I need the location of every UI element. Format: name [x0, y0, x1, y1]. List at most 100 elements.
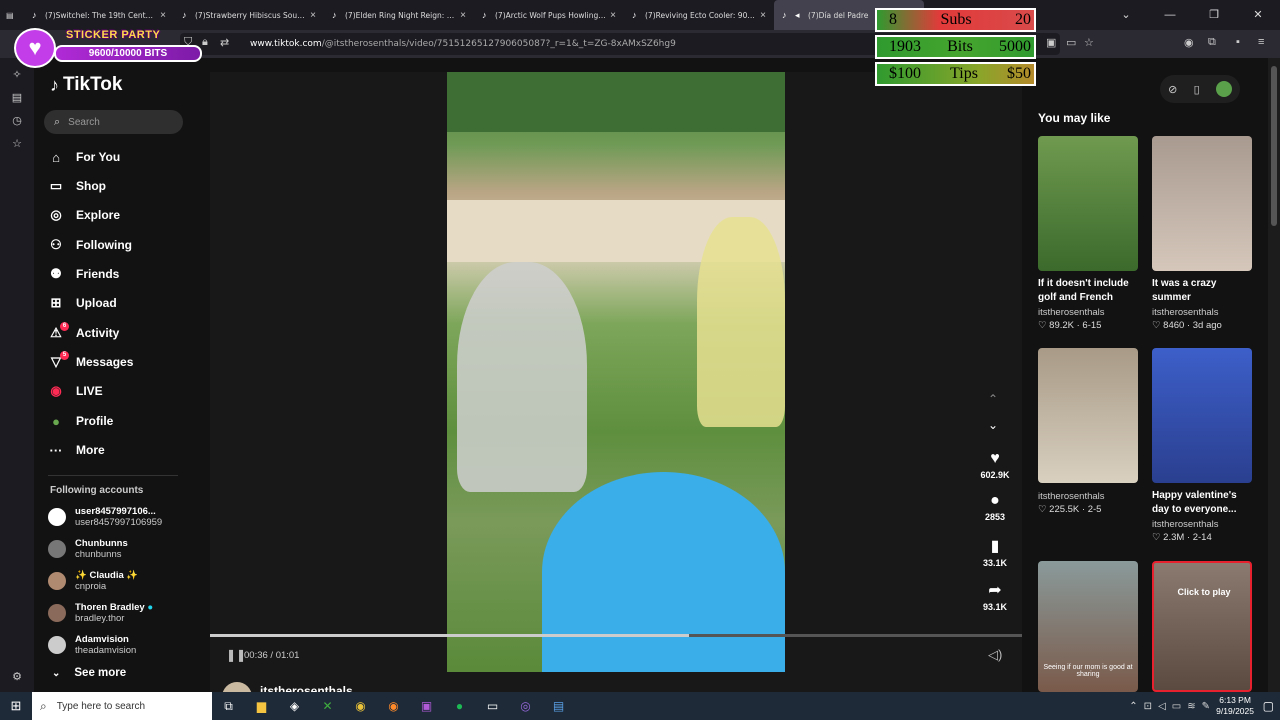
taskbar-search[interactable]: ⌕ Type here to search [32, 692, 212, 720]
browser-tab[interactable]: ♪ (7)Arctic Wolf Pups Howling wit × [474, 0, 624, 30]
following-account[interactable]: Adamvision theadamvision [48, 631, 136, 659]
video-frame[interactable] [447, 72, 785, 672]
browser-tab[interactable]: ♪ (7)Elden Ring Night Reign: Best × [324, 0, 474, 30]
compass-icon[interactable]: ⊘ [1168, 83, 1177, 96]
video-thumbnail[interactable]: Seeing if our mom is good at sharing [1038, 561, 1138, 692]
following-account[interactable]: user8457997106... user8457997106959 [48, 503, 162, 531]
steam-icon[interactable]: ◈ [278, 699, 311, 713]
pen-icon[interactable]: ✎ [1202, 701, 1210, 712]
synced-tabs-icon[interactable]: ▤ [0, 91, 34, 104]
obs-icon[interactable]: ◎ [509, 699, 542, 713]
see-more-button[interactable]: ⌄ See more [52, 667, 126, 679]
video-card[interactable]: It was a crazy summer itstherosenthals ♡… [1152, 136, 1252, 331]
browser-tab[interactable]: ♪ (7)Reviving Ecto Cooler: 90's Ni × [624, 0, 774, 30]
battery-icon[interactable]: ▭ [1172, 701, 1181, 712]
nav-shop[interactable]: ▭ Shop [48, 175, 106, 197]
video-thumbnail[interactable] [1038, 348, 1138, 483]
scrollbar[interactable] [1268, 58, 1280, 692]
tiktok-logo[interactable]: ♪ TikTok [50, 74, 122, 96]
nav-activity[interactable]: ⚠ 6 Activity [48, 322, 119, 344]
nav-messages[interactable]: ▽ 5 Messages [48, 351, 133, 373]
video-card[interactable]: If it doesn't include golf and French fr… [1038, 136, 1138, 331]
windows-start-icon[interactable]: ⊞ [0, 698, 32, 714]
firefox-icon[interactable]: ◉ [377, 699, 410, 713]
like-button[interactable]: ♥ 602.9K [978, 450, 1012, 480]
close-tab-icon[interactable]: × [310, 10, 316, 21]
video-thumbnail[interactable] [1152, 348, 1252, 483]
terminal-icon[interactable]: ▭ [476, 699, 509, 713]
nav-following[interactable]: ⚇ Following [48, 234, 132, 256]
nav-more[interactable]: ··· More [48, 439, 105, 461]
following-account[interactable]: Thoren Bradley ● bradley.thor [48, 599, 153, 627]
nav-for-you[interactable]: ⌂ For You [48, 146, 120, 168]
chrome-icon[interactable]: ◉ [344, 699, 377, 713]
bookmarks-icon[interactable]: ☆ [0, 137, 34, 150]
video-card[interactable]: Seeing if our mom is good at sharing [1038, 561, 1138, 692]
browser-tab[interactable]: ♪ (7)Strawberry Hibiscus Sour: A S × [174, 0, 324, 30]
following-account[interactable]: Chunbunns chunbunns [48, 535, 128, 563]
goal-bits: 1903 Bits 5000 [875, 35, 1036, 59]
notification-icon[interactable]: ▢ [1263, 699, 1274, 713]
bookmark-star-icon[interactable]: ☆ [1084, 36, 1094, 49]
scrollbar-thumb[interactable] [1271, 66, 1277, 226]
following-account[interactable]: ✨ Claudia ✨ cnproia [48, 567, 138, 595]
friends-icon: ⚉ [50, 266, 62, 281]
video-card[interactable]: Click to play [1152, 561, 1252, 692]
file-explorer-icon[interactable]: ▆ [245, 699, 278, 713]
taskbar-clock[interactable]: 6:13 PM 9/19/2025 [1216, 695, 1254, 717]
video-progress-bar[interactable] [210, 634, 1022, 637]
restore-icon[interactable]: ❐ [1192, 0, 1236, 30]
tray-chevron-icon[interactable]: ⌃ [1129, 701, 1137, 712]
previous-video-icon[interactable]: ⌃ [988, 392, 998, 406]
click-to-play-label[interactable]: Click to play [1154, 587, 1250, 597]
wifi-icon[interactable]: ≋ [1187, 701, 1195, 712]
video-player[interactable]: ❚❚ 00:36 / 01:01 ◁) ⌃ ⌄ ♥ 602.9K ● 2853 ▮ 3… [210, 72, 1022, 712]
nav-profile[interactable]: ● Profile [48, 410, 113, 432]
share-button[interactable]: ➦ 93.1K [978, 580, 1012, 612]
device-icon[interactable]: ▯ [1194, 83, 1200, 96]
extensions-icon[interactable]: ⧉ [1208, 36, 1216, 49]
search-input[interactable]: ⌕ Search [44, 110, 183, 134]
speaker-icon[interactable]: ◂ [795, 10, 804, 20]
permissions-icon[interactable]: ⇄ [220, 36, 229, 49]
volume-icon[interactable]: ◁) [988, 647, 1002, 663]
browser-tab[interactable]: ♪ (7)Switchel: The 19th Century Fa × [24, 0, 174, 30]
lock-icon[interactable]: 🔒︎ [202, 36, 208, 49]
close-tab-icon[interactable]: × [160, 10, 166, 21]
video-thumbnail[interactable] [1038, 136, 1138, 271]
reader-view-icon[interactable]: ▣ [1046, 36, 1056, 49]
account-icon[interactable]: ◉ [1184, 36, 1194, 49]
minimize-icon[interactable]: — [1148, 0, 1192, 30]
xbox-icon[interactable]: ✕ [311, 699, 344, 713]
ai-icon[interactable]: ✧ [0, 68, 34, 81]
sidebar-settings-icon[interactable]: ⚙ [0, 670, 34, 683]
tab-list-icon[interactable]: ▤ [0, 0, 24, 30]
extension-badge-icon[interactable]: ▪ [1236, 36, 1240, 48]
user-avatar[interactable] [1215, 81, 1232, 97]
volume-tray-icon[interactable]: ◁ [1158, 701, 1166, 712]
list-all-tabs-icon[interactable]: ⌄ [1104, 0, 1148, 30]
comment-button[interactable]: ● 2853 [978, 492, 1012, 522]
next-video-icon[interactable]: ⌄ [988, 418, 998, 432]
nav-live[interactable]: ◉ LIVE [48, 380, 102, 402]
save-button[interactable]: ▮ 33.1K [978, 536, 1012, 568]
notepad-icon[interactable]: ▤ [542, 699, 575, 713]
menu-icon[interactable]: ≡ [1258, 36, 1264, 48]
close-tab-icon[interactable]: × [610, 10, 616, 21]
network-icon[interactable]: ⊡ [1144, 701, 1152, 712]
spotify-icon[interactable]: ● [443, 699, 476, 713]
history-icon[interactable]: ◷ [0, 114, 34, 127]
video-card[interactable]: Happy valentine's day to everyone... its… [1152, 348, 1252, 543]
pip-icon[interactable]: ▭ [1066, 36, 1076, 49]
task-view-icon[interactable]: ⧉ [212, 699, 245, 714]
video-thumbnail[interactable]: Click to play [1152, 561, 1252, 692]
close-window-icon[interactable]: ✕ [1236, 0, 1280, 30]
app-icon[interactable]: ▣ [410, 699, 443, 713]
close-tab-icon[interactable]: × [760, 10, 766, 21]
nav-explore[interactable]: ◎ Explore [48, 204, 120, 226]
nav-friends[interactable]: ⚉ Friends [48, 263, 119, 285]
nav-upload[interactable]: ⊞ Upload [48, 292, 117, 314]
close-tab-icon[interactable]: × [460, 10, 466, 21]
video-thumbnail[interactable] [1152, 136, 1252, 271]
video-card[interactable]: itstherosenthals ♡ 225.5K · 2-5 [1038, 348, 1138, 515]
